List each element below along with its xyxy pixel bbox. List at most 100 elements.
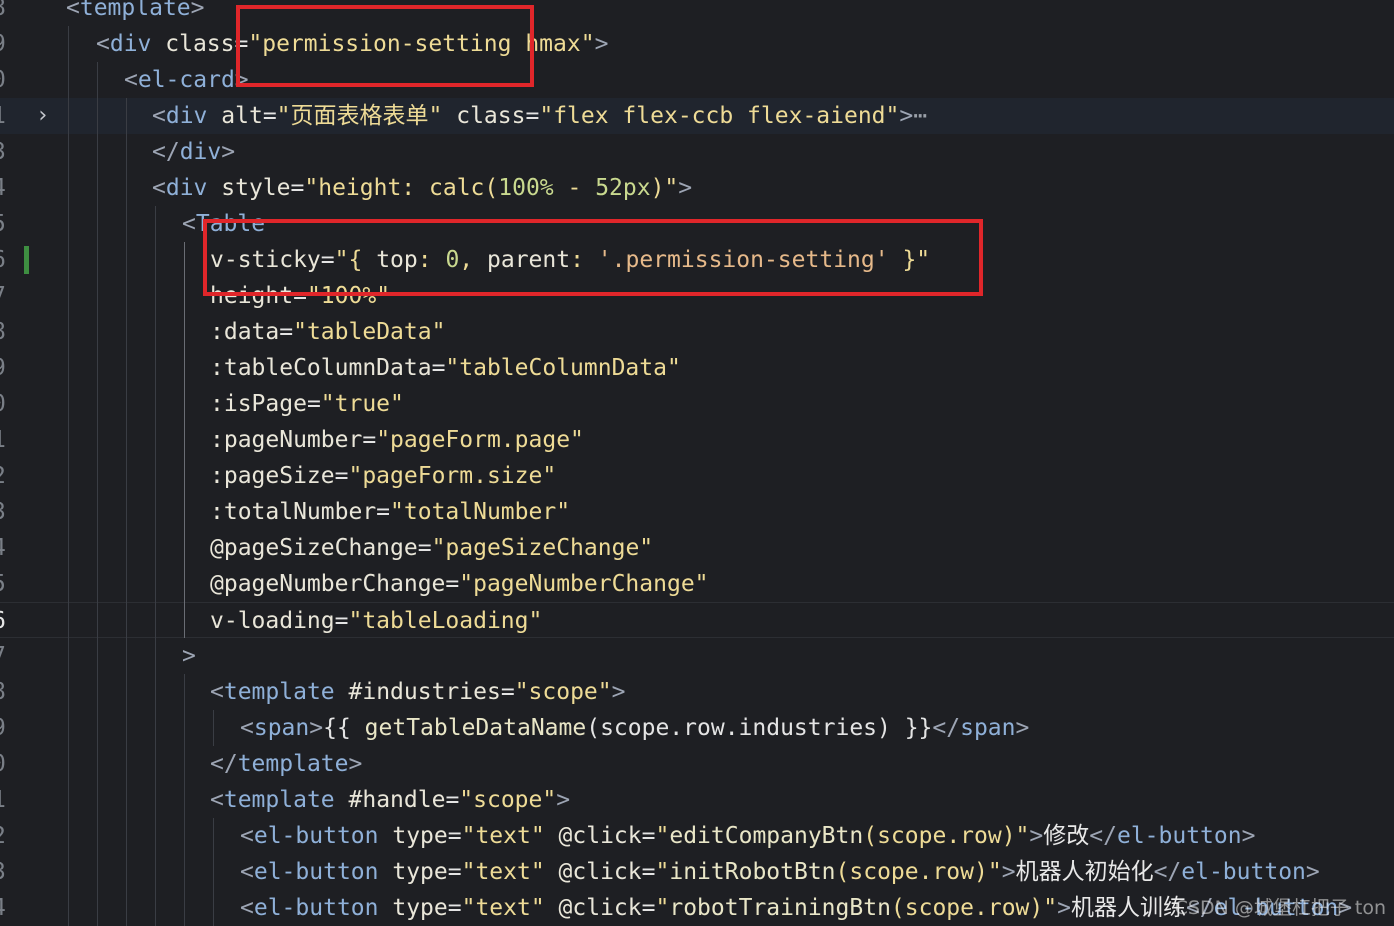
code-token: > [1057, 895, 1071, 921]
code-line[interactable]: 7> [0, 638, 1394, 674]
code-token: = [445, 787, 460, 813]
code-token: > [234, 67, 249, 93]
code-text: <template #industries="scope"> [210, 674, 625, 710]
code-token: (scope.row)" [890, 895, 1058, 921]
code-token: " [655, 823, 670, 849]
code-text: > [182, 638, 196, 674]
code-token: span [253, 715, 310, 741]
code-token: :isPage [210, 391, 307, 417]
code-line[interactable]: 3:totalNumber="totalNumber" [0, 494, 1394, 530]
code-token: = [376, 499, 391, 525]
code-line[interactable]: 6 v-loading="tableLoading" [0, 602, 1394, 638]
code-line[interactable]: 3<el-button type="text" @click="initRobo… [0, 854, 1394, 890]
code-text: <el-button type="text" @click="initRobot… [240, 854, 1320, 890]
line-number: 9 [0, 26, 12, 62]
code-token: style [221, 175, 291, 201]
code-token: v-sticky [210, 247, 321, 273]
code-token: > [1001, 859, 1016, 885]
code-token: :pageSize [210, 463, 335, 489]
code-line[interactable]: 8 <template #industries="scope"> [0, 674, 1394, 710]
code-token: "pageSizeChange" [431, 535, 654, 561]
code-text: height="100%" [210, 278, 390, 314]
code-line[interactable]: 5 <Table [0, 206, 1394, 242]
code-token: :tableColumnData [210, 355, 432, 381]
line-number: 6 [0, 242, 12, 278]
code-token: , [459, 247, 487, 273]
code-line[interactable]: 5 @pageNumberChange="pageNumberChange" [0, 566, 1394, 602]
code-token: < [240, 823, 254, 849]
code-token: editCompanyBtn [669, 823, 864, 849]
code-token: "tableData" [293, 319, 446, 345]
line-number: 0 [0, 746, 12, 782]
code-token: "true" [320, 391, 404, 417]
code-token: Table [195, 211, 266, 237]
code-line[interactable]: 7 height="100%" [0, 278, 1394, 314]
code-token: = [417, 535, 432, 561]
code-token: < [152, 175, 166, 201]
code-token: el-card [137, 67, 235, 93]
code-line[interactable]: 1›<div alt="页面表格表单" class="flex flex-ccb… [0, 98, 1394, 134]
code-text: :tableColumnData="tableColumnData" [210, 350, 681, 386]
code-line[interactable]: 0:isPage="true" [0, 386, 1394, 422]
code-text: :isPage="true" [210, 386, 404, 422]
code-line[interactable]: 2<el-button type="text" @click="editComp… [0, 818, 1394, 854]
code-line[interactable]: 1 <template #handle="scope"> [0, 782, 1394, 818]
code-token: - [553, 175, 596, 201]
code-token: (scope.row)" [863, 823, 1030, 849]
fold-chevron-right-icon[interactable]: › [36, 98, 49, 134]
line-number: 9 [0, 710, 12, 746]
code-token: @pageSizeChange [210, 535, 418, 561]
code-token: type [392, 895, 448, 921]
code-line[interactable]: 4 @pageSizeChange="pageSizeChange" [0, 530, 1394, 566]
code-text: <div alt="页面表格表单" class="flex flex-ccb f… [152, 98, 927, 134]
code-line[interactable]: 9<span>{{ getTableDataName(scope.row.ind… [0, 710, 1394, 746]
code-line[interactable]: 9 <div class="permission-setting hmax"> [0, 26, 1394, 62]
code-text: v-sticky="{ top: 0, parent: '.permission… [210, 242, 930, 278]
code-line[interactable]: 6 v-sticky="{ top: 0, parent: '.permissio… [0, 242, 1394, 278]
code-token: (scope.row)" [835, 859, 1002, 885]
code-token: "pageNumberChange" [459, 571, 709, 597]
code-token: span [960, 715, 1016, 741]
code-line[interactable]: 9:tableColumnData="tableColumnData" [0, 350, 1394, 386]
code-token: > [348, 751, 363, 777]
code-token: #industries [348, 679, 501, 705]
code-token: = [262, 103, 277, 129]
code-line[interactable]: 4 <div style="height: calc(100% - 52px)"> [0, 170, 1394, 206]
code-token: type [392, 823, 448, 849]
code-token: </ [932, 715, 961, 741]
code-token: @click [558, 895, 642, 921]
code-token: "pageForm.page" [376, 427, 584, 453]
code-token: : [570, 247, 598, 273]
code-line[interactable]: 8 <template> [0, 0, 1394, 26]
code-token: 100% [498, 175, 554, 201]
code-editor[interactable]: 8<template>9<div class="permission-setti… [0, 0, 1394, 926]
code-token: < [240, 715, 254, 741]
indent-guide [213, 818, 214, 926]
code-token: class [165, 31, 235, 57]
code-line[interactable]: 8:data="tableData" [0, 314, 1394, 350]
code-line[interactable]: 0 </template> [0, 746, 1394, 782]
indent-guide [97, 62, 98, 926]
code-line[interactable]: 3 </div> [0, 134, 1394, 170]
code-token: < [210, 787, 224, 813]
code-token: > [611, 679, 626, 705]
code-token: > [899, 103, 914, 129]
code-token: el-button [253, 823, 379, 849]
code-line[interactable]: 0 <el-card> [0, 62, 1394, 98]
code-token: = [306, 391, 321, 417]
code-token: > [594, 31, 609, 57]
code-token: = [293, 283, 307, 309]
code-token: = [445, 571, 460, 597]
code-token: < [66, 0, 80, 21]
line-number: 3 [0, 134, 12, 170]
code-token: type [392, 859, 448, 885]
code-token: 0 [445, 247, 460, 273]
code-line[interactable]: 1:pageNumber="pageForm.page" [0, 422, 1394, 458]
code-token: > [1015, 715, 1030, 741]
code-line[interactable]: 2:pageSize="pageForm.size" [0, 458, 1394, 494]
indent-guide [184, 674, 185, 926]
